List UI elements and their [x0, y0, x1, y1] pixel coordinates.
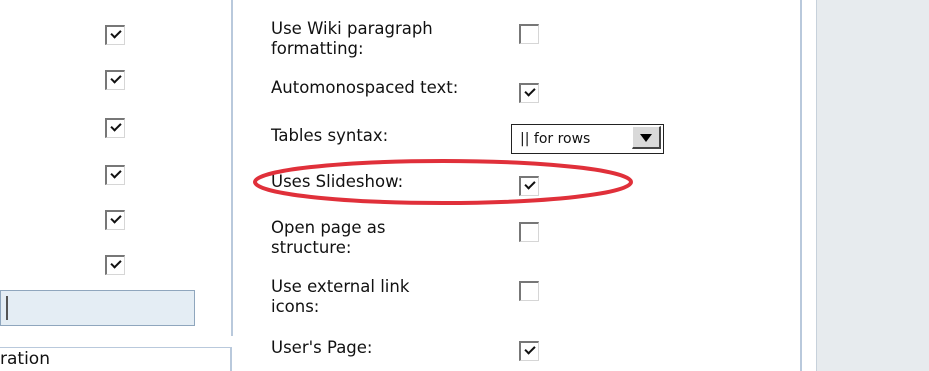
left-checkbox-6[interactable]	[105, 255, 125, 275]
left-text-input[interactable]	[0, 290, 195, 326]
left-panel-border	[231, 0, 233, 336]
left-checkbox-4[interactable]	[105, 165, 125, 185]
label-open-page-structure: Open page as structure:	[271, 218, 386, 257]
highlight-ellipse	[253, 159, 633, 205]
right-panel	[816, 0, 929, 371]
right-panel-divider	[800, 0, 802, 371]
checkbox-external-link-icons[interactable]	[519, 281, 539, 301]
left-checkbox-5[interactable]	[105, 210, 125, 230]
label-users-page: User's Page:	[271, 338, 373, 357]
label-tables-syntax: Tables syntax:	[271, 126, 389, 145]
left-checkbox-3[interactable]	[105, 118, 125, 138]
checkbox-users-page[interactable]	[519, 341, 539, 361]
label-wiki-paragraph: Use Wiki paragraph formatting:	[271, 19, 433, 58]
left-input-bracket	[2, 296, 8, 320]
checkbox-open-page-structure[interactable]	[519, 222, 539, 242]
label-automonospaced: Automonospaced text:	[271, 78, 459, 97]
left-checkbox-1[interactable]	[105, 25, 125, 45]
tables-syntax-value: || for rows	[520, 131, 591, 147]
left-footer-text: ration	[0, 349, 50, 369]
chevron-down-icon	[640, 134, 652, 142]
checkbox-wiki-paragraph[interactable]	[519, 24, 539, 44]
label-external-link-icons: Use external link icons:	[271, 277, 410, 316]
checkbox-automonospaced[interactable]	[519, 83, 539, 103]
left-checkbox-2[interactable]	[105, 70, 125, 90]
